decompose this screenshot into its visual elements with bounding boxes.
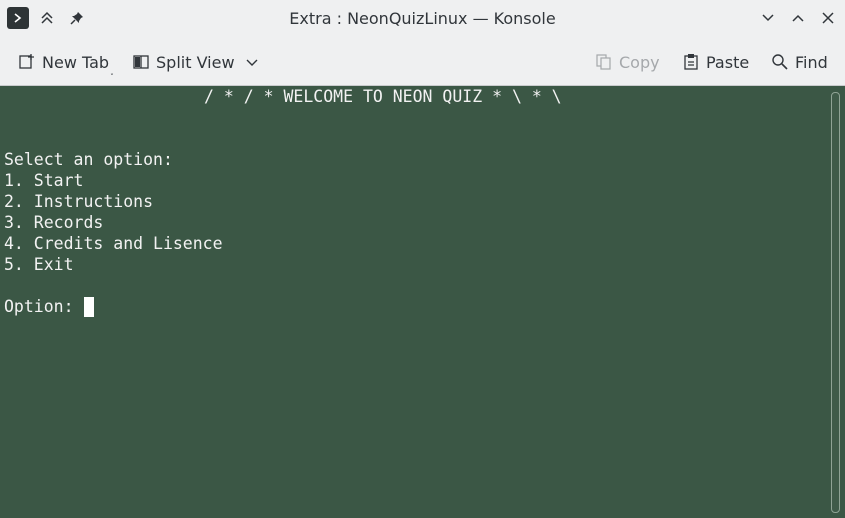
search-icon (772, 54, 788, 70)
copy-label: Copy (619, 52, 660, 72)
minimize-icon[interactable] (757, 7, 779, 29)
menu-header: Select an option: (4, 150, 173, 169)
terminal-scrollbar[interactable] (831, 92, 840, 513)
paste-label: Paste (706, 52, 750, 72)
menu-option-instructions: 2. Instructions (4, 192, 154, 211)
menu-option-start: 1. Start (4, 171, 84, 190)
paste-button[interactable]: Paste (682, 50, 749, 74)
window-title: Extra : NeonQuizLinux — Konsole (289, 9, 556, 28)
terminal-view[interactable]: / * / * WELCOME TO NEON QUIZ * \ * \ Sel… (0, 86, 845, 518)
menu-option-credits: 4. Credits and Lisence (4, 234, 223, 253)
menu-option-records: 3. Records (4, 213, 104, 232)
title-bar: Extra : NeonQuizLinux — Konsole (0, 0, 845, 38)
new-tab-button[interactable]: New Tab ˯ (18, 50, 114, 76)
split-view-label: Split View (156, 52, 235, 72)
split-view-button[interactable]: Split View (132, 50, 265, 74)
copy-icon (596, 54, 611, 70)
text-cursor (84, 297, 94, 317)
new-tab-label: New Tab (42, 52, 110, 72)
new-tab-menu-indicator-icon[interactable]: ˯ (110, 63, 114, 76)
welcome-banner: / * / * WELCOME TO NEON QUIZ * \ * \ (204, 87, 562, 106)
close-icon[interactable] (817, 7, 839, 29)
toolbar: New Tab ˯ Split View Copy Paste Find (0, 38, 845, 86)
konsole-window: Extra : NeonQuizLinux — Konsole New Tab … (0, 0, 845, 518)
paste-icon (684, 54, 698, 70)
menu-option-exit: 5. Exit (4, 255, 74, 274)
split-view-chevron-down-icon[interactable] (245, 55, 259, 69)
copy-button[interactable]: Copy (595, 50, 660, 74)
find-label: Find (795, 52, 828, 72)
split-view-icon (133, 55, 149, 69)
new-tab-icon (19, 54, 34, 69)
find-button[interactable]: Find (771, 50, 828, 74)
option-input-prompt: Option: (4, 297, 84, 316)
maximize-icon[interactable] (787, 7, 809, 29)
